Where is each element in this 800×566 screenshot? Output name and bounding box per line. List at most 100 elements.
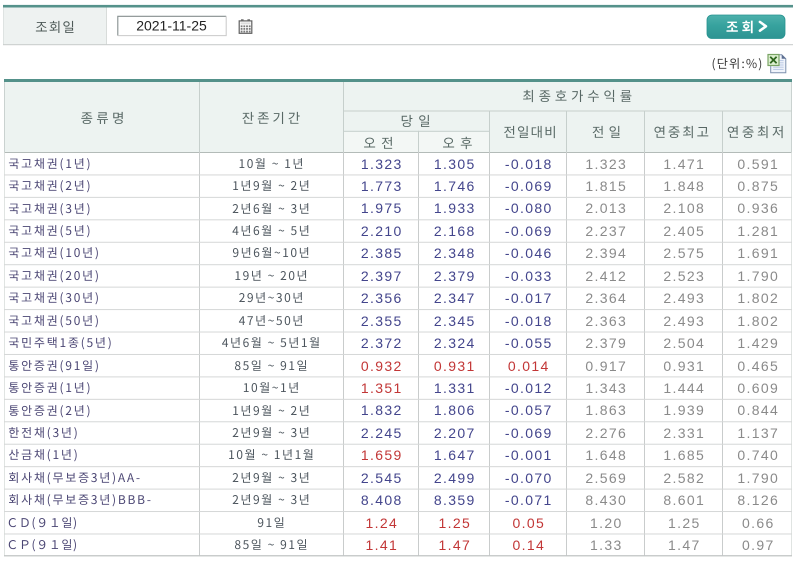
svg-text:2.108: 2.108 <box>663 200 705 216</box>
svg-text:0.844: 0.844 <box>737 402 779 418</box>
svg-text:1.933: 1.933 <box>434 200 476 216</box>
svg-text:1.47: 1.47 <box>668 537 701 553</box>
svg-text:2.405: 2.405 <box>663 223 705 239</box>
svg-text:0.931: 0.931 <box>663 358 705 374</box>
svg-text:0.591: 0.591 <box>737 156 779 172</box>
svg-text:1.806: 1.806 <box>434 402 476 418</box>
svg-text:1.24: 1.24 <box>365 515 398 531</box>
svg-text:1.323: 1.323 <box>585 156 627 172</box>
svg-text:-0.069: -0.069 <box>505 425 553 441</box>
svg-text:2.504: 2.504 <box>663 335 705 351</box>
svg-text:0.05: 0.05 <box>512 515 545 531</box>
svg-text:2.493: 2.493 <box>663 313 705 329</box>
svg-text:2.499: 2.499 <box>434 470 476 486</box>
svg-text:1.815: 1.815 <box>585 178 627 194</box>
svg-text:1.773: 1.773 <box>361 178 403 194</box>
svg-text:2.379: 2.379 <box>434 268 476 284</box>
svg-text:8.126: 8.126 <box>737 492 779 508</box>
svg-text:2.575: 2.575 <box>663 245 705 261</box>
svg-text:1.685: 1.685 <box>663 447 705 463</box>
svg-text:1.975: 1.975 <box>361 200 403 216</box>
svg-text:0.609: 0.609 <box>737 380 779 396</box>
svg-text:1.33: 1.33 <box>590 537 623 553</box>
svg-text:1.832: 1.832 <box>361 402 403 418</box>
svg-text:2.355: 2.355 <box>361 313 403 329</box>
svg-text:0.917: 0.917 <box>585 358 627 374</box>
svg-text:1.691: 1.691 <box>737 245 779 261</box>
svg-text:2.372: 2.372 <box>361 335 403 351</box>
svg-text:-0.069: -0.069 <box>505 223 553 239</box>
svg-text:2.364: 2.364 <box>585 290 627 306</box>
svg-text:1.471: 1.471 <box>663 156 705 172</box>
svg-text:1.444: 1.444 <box>663 380 705 396</box>
svg-text:1.25: 1.25 <box>438 515 471 531</box>
svg-text:-0.055: -0.055 <box>505 335 553 351</box>
svg-text:1.331: 1.331 <box>434 380 476 396</box>
svg-text:-0.001: -0.001 <box>505 447 553 463</box>
svg-text:1.25: 1.25 <box>668 515 701 531</box>
svg-text:-0.033: -0.033 <box>505 268 553 284</box>
svg-text:0.97: 0.97 <box>742 537 775 553</box>
svg-text:1.802: 1.802 <box>737 290 779 306</box>
svg-text:1.47: 1.47 <box>438 537 471 553</box>
svg-text:1.41: 1.41 <box>365 537 398 553</box>
svg-text:-0.080: -0.080 <box>505 200 553 216</box>
svg-text:1.790: 1.790 <box>737 470 779 486</box>
svg-text:2.013: 2.013 <box>585 200 627 216</box>
svg-text:2.523: 2.523 <box>663 268 705 284</box>
svg-text:2.210: 2.210 <box>361 223 403 239</box>
svg-text:0.14: 0.14 <box>512 537 545 553</box>
svg-text:2.569: 2.569 <box>585 470 627 486</box>
svg-text:8.430: 8.430 <box>585 492 627 508</box>
svg-text:2.347: 2.347 <box>434 290 476 306</box>
svg-text:1.323: 1.323 <box>361 156 403 172</box>
svg-text:-0.071: -0.071 <box>505 492 553 508</box>
svg-text:2.245: 2.245 <box>361 425 403 441</box>
svg-text:1.137: 1.137 <box>737 425 779 441</box>
svg-text:2.363: 2.363 <box>585 313 627 329</box>
svg-text:-0.046: -0.046 <box>505 245 553 261</box>
svg-text:1.848: 1.848 <box>663 178 705 194</box>
svg-text:1.648: 1.648 <box>585 447 627 463</box>
svg-text:1.790: 1.790 <box>737 268 779 284</box>
svg-text:2.394: 2.394 <box>585 245 627 261</box>
svg-text:1.305: 1.305 <box>434 156 476 172</box>
svg-text:0.740: 0.740 <box>737 447 779 463</box>
svg-text:1.429: 1.429 <box>737 335 779 351</box>
svg-text:1.281: 1.281 <box>737 223 779 239</box>
svg-text:-0.018: -0.018 <box>505 156 553 172</box>
svg-text:2.345: 2.345 <box>434 313 476 329</box>
svg-text:-0.017: -0.017 <box>505 290 553 306</box>
svg-text:2021-11-25: 2021-11-25 <box>136 18 207 34</box>
svg-text:2.324: 2.324 <box>434 335 476 351</box>
svg-text:2.276: 2.276 <box>585 425 627 441</box>
svg-text:2.207: 2.207 <box>434 425 476 441</box>
svg-text:8.359: 8.359 <box>434 492 476 508</box>
svg-text:1.20: 1.20 <box>590 515 623 531</box>
svg-text:2.582: 2.582 <box>663 470 705 486</box>
svg-text:-0.012: -0.012 <box>505 380 553 396</box>
svg-text:1.939: 1.939 <box>663 402 705 418</box>
svg-text:1.343: 1.343 <box>585 380 627 396</box>
svg-text:2.348: 2.348 <box>434 245 476 261</box>
svg-text:2.545: 2.545 <box>361 470 403 486</box>
svg-text:2.493: 2.493 <box>663 290 705 306</box>
svg-text:0.014: 0.014 <box>508 358 550 374</box>
svg-text:2.397: 2.397 <box>361 268 403 284</box>
svg-text:1.863: 1.863 <box>585 402 627 418</box>
svg-text:0.931: 0.931 <box>434 358 476 374</box>
svg-text:2.237: 2.237 <box>585 223 627 239</box>
svg-text:1.746: 1.746 <box>434 178 476 194</box>
svg-text:2.379: 2.379 <box>585 335 627 351</box>
svg-text:1.647: 1.647 <box>434 447 476 463</box>
svg-text:0.66: 0.66 <box>742 515 775 531</box>
svg-text:1.659: 1.659 <box>361 447 403 463</box>
svg-text:0.875: 0.875 <box>737 178 779 194</box>
svg-text:8.408: 8.408 <box>361 492 403 508</box>
svg-text:2.356: 2.356 <box>361 290 403 306</box>
svg-text:-0.018: -0.018 <box>505 313 553 329</box>
svg-text:2.385: 2.385 <box>361 245 403 261</box>
svg-text:2.168: 2.168 <box>434 223 476 239</box>
svg-text:1.802: 1.802 <box>737 313 779 329</box>
svg-text:2.412: 2.412 <box>585 268 627 284</box>
